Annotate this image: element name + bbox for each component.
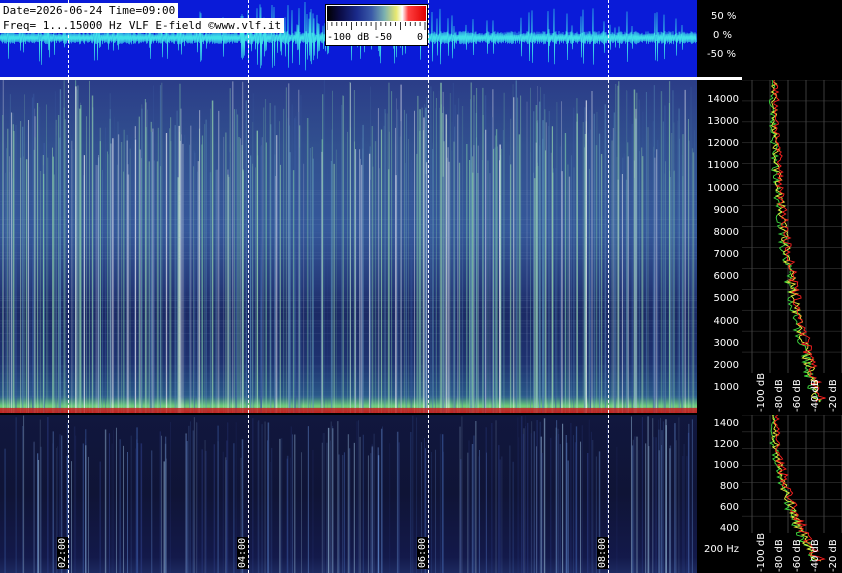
colorbar-label-mid: -50 [374, 32, 393, 43]
time-label-0600: 06:00 [417, 536, 428, 569]
time-label-0800: 08:00 [597, 536, 608, 569]
db-label-high-40: -40 dB [810, 379, 821, 412]
freq-label-1200: 1200 [713, 439, 739, 450]
amplitude-label-50: 50 % [711, 11, 737, 22]
colorbar-legend: -100 dB -50 0 [325, 4, 428, 46]
frequency-axis-high: 14000 13000 12000 11000 10000 9000 8000 … [697, 80, 742, 413]
colorbar-label-min: -100 dB [327, 32, 370, 43]
spectrum-profile-high: -100 dB -80 dB -60 dB -40 dB -20 dB [742, 80, 842, 413]
freq-label-1000: 1000 [713, 460, 739, 471]
spectrogram-low-band [0, 415, 697, 573]
freq-label-8000: 8000 [713, 227, 739, 238]
db-label-low-20: -20 dB [828, 539, 839, 572]
freq-label-14000: 14000 [707, 94, 739, 105]
freq-label-800: 800 [719, 481, 739, 492]
db-label-high-20: -20 dB [828, 379, 839, 412]
spectrogram-high-band [0, 80, 697, 413]
spectrum-profile-high-graph [742, 80, 842, 403]
time-label-0400: 04:00 [237, 536, 248, 569]
frequency-info-label: Freq= 1...15000 Hz VLF E-field ©www.vlf.… [0, 18, 285, 33]
spectrogram-high-texture [0, 80, 697, 413]
time-gridline-2 [248, 0, 249, 573]
freq-label-4000: 4000 [713, 316, 739, 327]
freq-label-200: 200 Hz [703, 544, 739, 555]
freq-label-10000: 10000 [707, 183, 739, 194]
db-label-high-100: -100 dB [756, 372, 767, 412]
colorbar-label-max: 0 [417, 32, 424, 43]
freq-label-13000: 13000 [707, 116, 739, 127]
freq-label-9000: 9000 [713, 205, 739, 216]
freq-label-12000: 12000 [707, 138, 739, 149]
freq-label-11000: 11000 [707, 160, 739, 171]
db-label-low-40: -40 dB [810, 539, 821, 572]
db-label-low-100: -100 dB [756, 532, 767, 572]
amplitude-label-0: 0 % [713, 30, 733, 41]
amplitude-scale: 50 % 0 % -50 % [697, 0, 842, 77]
time-gridline-3 [428, 0, 429, 573]
freq-label-6000: 6000 [713, 271, 739, 282]
freq-label-400: 400 [719, 523, 739, 534]
freq-label-600: 600 [719, 502, 739, 513]
freq-label-3000: 3000 [713, 338, 739, 349]
freq-label-2000: 2000 [713, 360, 739, 371]
colorbar-gradient [327, 6, 426, 21]
time-label-0200: 02:00 [57, 536, 68, 569]
freq-label-7000: 7000 [713, 249, 739, 260]
db-label-low-80: -80 dB [774, 539, 785, 572]
db-label-low-60: -60 dB [792, 539, 803, 572]
frequency-axis-low: 1400 1200 1000 800 600 400 200 Hz [697, 415, 742, 573]
db-label-high-60: -60 dB [792, 379, 803, 412]
amplitude-label-minus-50: -50 % [707, 49, 737, 60]
spectrum-profile-low: -100 dB -80 dB -60 dB -40 dB -20 dB [742, 415, 842, 573]
time-gridline-4 [608, 0, 609, 573]
freq-label-1400: 1400 [713, 418, 739, 429]
colorbar-ticks [327, 22, 426, 30]
time-gridline-1 [68, 0, 69, 573]
date-time-label: Date=2026-06-24 Time=09:00 [0, 3, 179, 18]
freq-label-1000: 1000 [713, 382, 739, 393]
spectrogram-low-texture [4, 415, 693, 573]
db-label-high-80: -80 dB [774, 379, 785, 412]
freq-label-5000: 5000 [713, 293, 739, 304]
